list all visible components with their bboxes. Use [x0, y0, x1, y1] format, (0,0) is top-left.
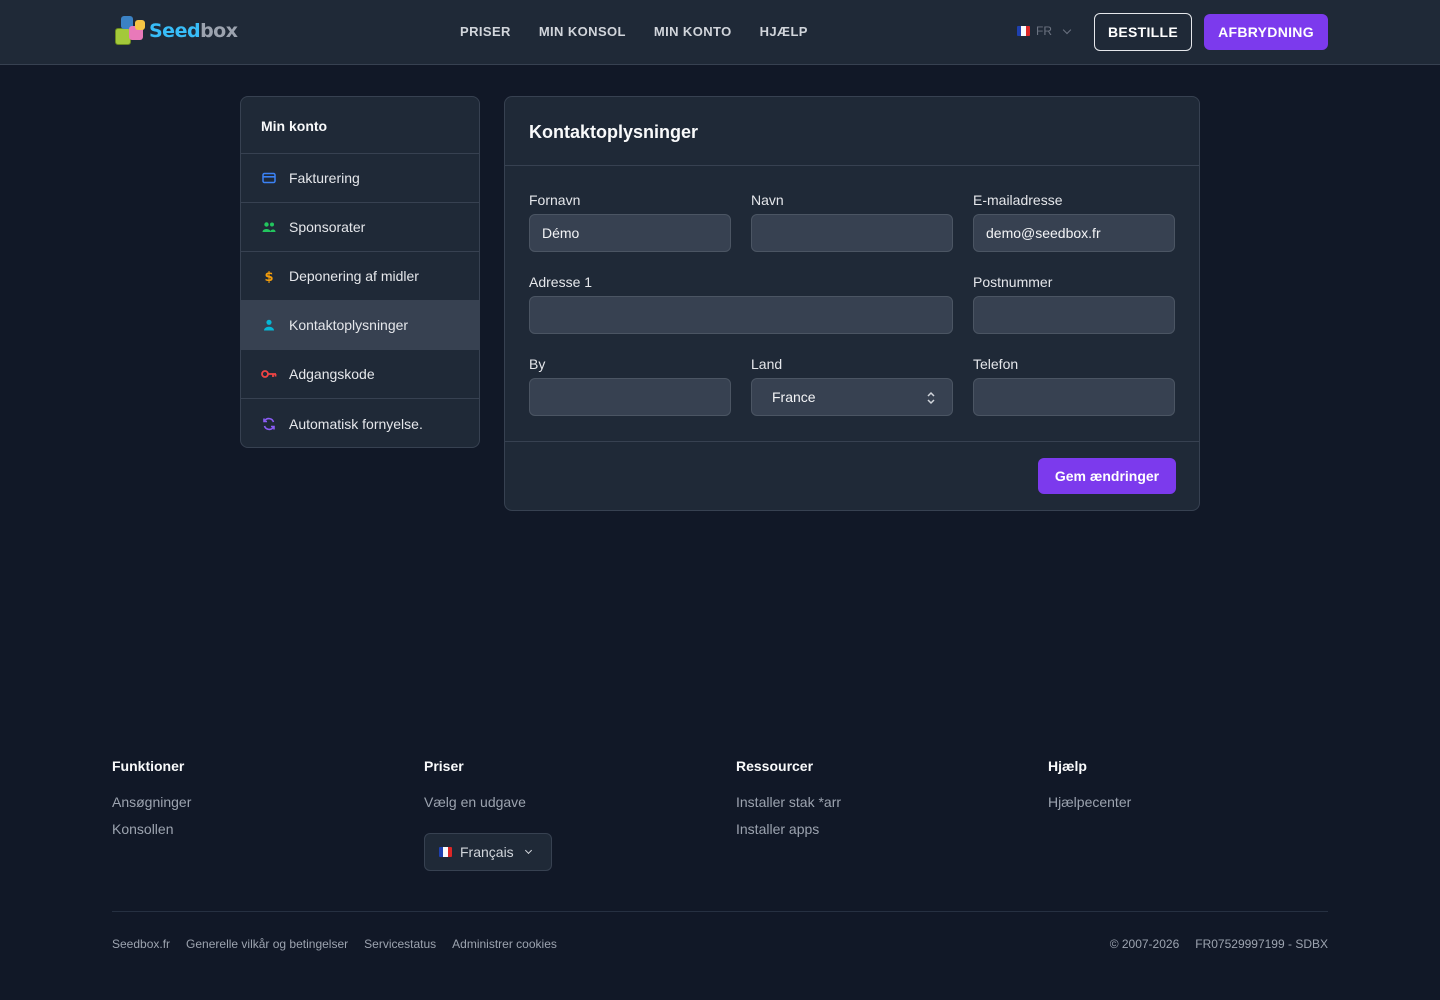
city-input[interactable] [529, 378, 731, 416]
footer-language-value: Français [460, 844, 514, 860]
footer-link-cookies[interactable]: Administrer cookies [452, 937, 557, 951]
language-switcher[interactable]: FR [1017, 24, 1072, 38]
address1-label: Adresse 1 [529, 274, 593, 290]
nav-link-console[interactable]: MIN KONSOL [539, 24, 626, 39]
footer-column-title: Ressourcer [736, 758, 814, 774]
footer-link-install-arr-stack[interactable]: Installer stak *arr [736, 794, 841, 810]
main-nav: PRISER MIN KONSOL MIN KONTO HJÆLP [460, 24, 808, 39]
sidebar-item-label: Deponering af midler [289, 268, 419, 284]
country-select[interactable]: France [751, 378, 953, 416]
key-icon [261, 366, 277, 382]
footer-link-choose-edition[interactable]: Vælg en udgave [424, 794, 526, 810]
divider [505, 165, 1199, 166]
sidebar-item-label: Fakturering [289, 170, 360, 186]
footer-link-terms[interactable]: Generelle vilkår og betingelser [186, 937, 348, 951]
account-sidebar: Min konto Fakturering Sponsorater $ Depo… [240, 96, 480, 448]
email-input[interactable] [973, 214, 1175, 252]
users-icon [261, 219, 277, 235]
nav-link-account[interactable]: MIN KONTO [654, 24, 732, 39]
nav-link-pricing[interactable]: PRISER [460, 24, 511, 39]
refresh-icon [261, 416, 277, 432]
sidebar-item-sponsorships[interactable]: Sponsorater [241, 203, 479, 252]
logo-text: Seedbox [149, 20, 238, 42]
save-changes-button[interactable]: Gem ændringer [1038, 458, 1176, 494]
french-flag-icon [439, 847, 452, 857]
footer-divider [112, 911, 1328, 912]
order-button[interactable]: BESTILLE [1094, 13, 1192, 51]
footer-link-install-apps[interactable]: Installer apps [736, 821, 841, 837]
seedbox-logo[interactable]: Seedbox [113, 14, 245, 48]
footer-column-resources: Ressourcer Installer stak *arr Installer… [736, 758, 841, 848]
country-select-value: France [772, 389, 816, 405]
sidebar-item-label: Sponsorater [289, 219, 366, 235]
user-icon [261, 317, 277, 333]
footer-link-help-center[interactable]: Hjælpecenter [1048, 794, 1131, 810]
footer-column-features: Funktioner Ansøgninger Konsollen [112, 758, 191, 848]
copyright-text: © 2007-2026 [1109, 937, 1180, 951]
footer-language-select[interactable]: Français [424, 833, 552, 871]
chevron-down-icon [1062, 25, 1072, 34]
vat-number: FR07529997199 - SDBX [1195, 937, 1328, 951]
postcode-label: Postnummer [973, 274, 1053, 290]
footer-link-console[interactable]: Konsollen [112, 821, 191, 837]
svg-text:$: $ [264, 270, 273, 283]
sidebar-item-label: Adgangskode [289, 366, 375, 382]
footer-legal: © 2007-2026 FR07529997199 - SDBX [1110, 937, 1328, 951]
sidebar-item-deposit[interactable]: $ Deponering af midler [241, 252, 479, 301]
phone-label: Telefon [973, 356, 1019, 372]
logout-button[interactable]: AFBRYDNING [1204, 14, 1328, 50]
dollar-icon: $ [261, 268, 277, 284]
footer-link-seedbox-home[interactable]: Seedbox.fr [112, 937, 170, 951]
logo-cubes-icon [113, 14, 149, 48]
email-label: E-mailadresse [973, 192, 1063, 208]
sidebar-title: Min konto [241, 97, 479, 154]
sidebar-item-label: Kontaktoplysninger [289, 317, 409, 333]
footer-column-title: Funktioner [112, 758, 185, 774]
firstname-input[interactable] [529, 214, 731, 252]
divider [505, 441, 1199, 442]
lastname-input[interactable] [751, 214, 953, 252]
footer-column-pricing: Priser Vælg en udgave [424, 758, 526, 821]
address1-input[interactable] [529, 296, 953, 334]
footer-link-applications[interactable]: Ansøgninger [112, 794, 191, 810]
top-navbar: Seedbox PRISER MIN KONSOL MIN KONTO HJÆL… [0, 0, 1440, 65]
lastname-label: Navn [751, 192, 784, 208]
country-label: Land [751, 356, 783, 372]
sidebar-item-label: Automatisk fornyelse. [289, 415, 423, 432]
city-label: By [529, 356, 546, 372]
page-title: Kontaktoplysninger [529, 122, 699, 142]
phone-input[interactable] [973, 378, 1175, 416]
footer-link-status[interactable]: Servicestatus [364, 937, 436, 951]
footer-column-help: Hjælp Hjælpecenter [1048, 758, 1131, 821]
chevron-down-icon [524, 846, 532, 855]
nav-link-help[interactable]: HJÆLP [760, 24, 808, 39]
sidebar-item-billing[interactable]: Fakturering [241, 154, 479, 203]
footer-bottom-links: Seedbox.fr Generelle vilkår og betingels… [112, 937, 557, 951]
footer-column-title: Priser [424, 758, 464, 774]
sidebar-item-auto-renewal[interactable]: Automatisk fornyelse. [241, 399, 479, 447]
contact-info-card: Kontaktoplysninger Fornavn Navn E-mailad… [504, 96, 1200, 511]
firstname-label: Fornavn [529, 192, 581, 208]
sidebar-item-password[interactable]: Adgangskode [241, 350, 479, 399]
footer-column-title: Hjælp [1048, 758, 1087, 774]
french-flag-icon [1017, 26, 1030, 36]
sidebar-item-contact-info[interactable]: Kontaktoplysninger [241, 301, 479, 350]
credit-card-icon [261, 170, 277, 186]
select-updown-icon [927, 391, 935, 405]
postcode-input[interactable] [973, 296, 1175, 334]
language-code: FR [1036, 24, 1052, 38]
